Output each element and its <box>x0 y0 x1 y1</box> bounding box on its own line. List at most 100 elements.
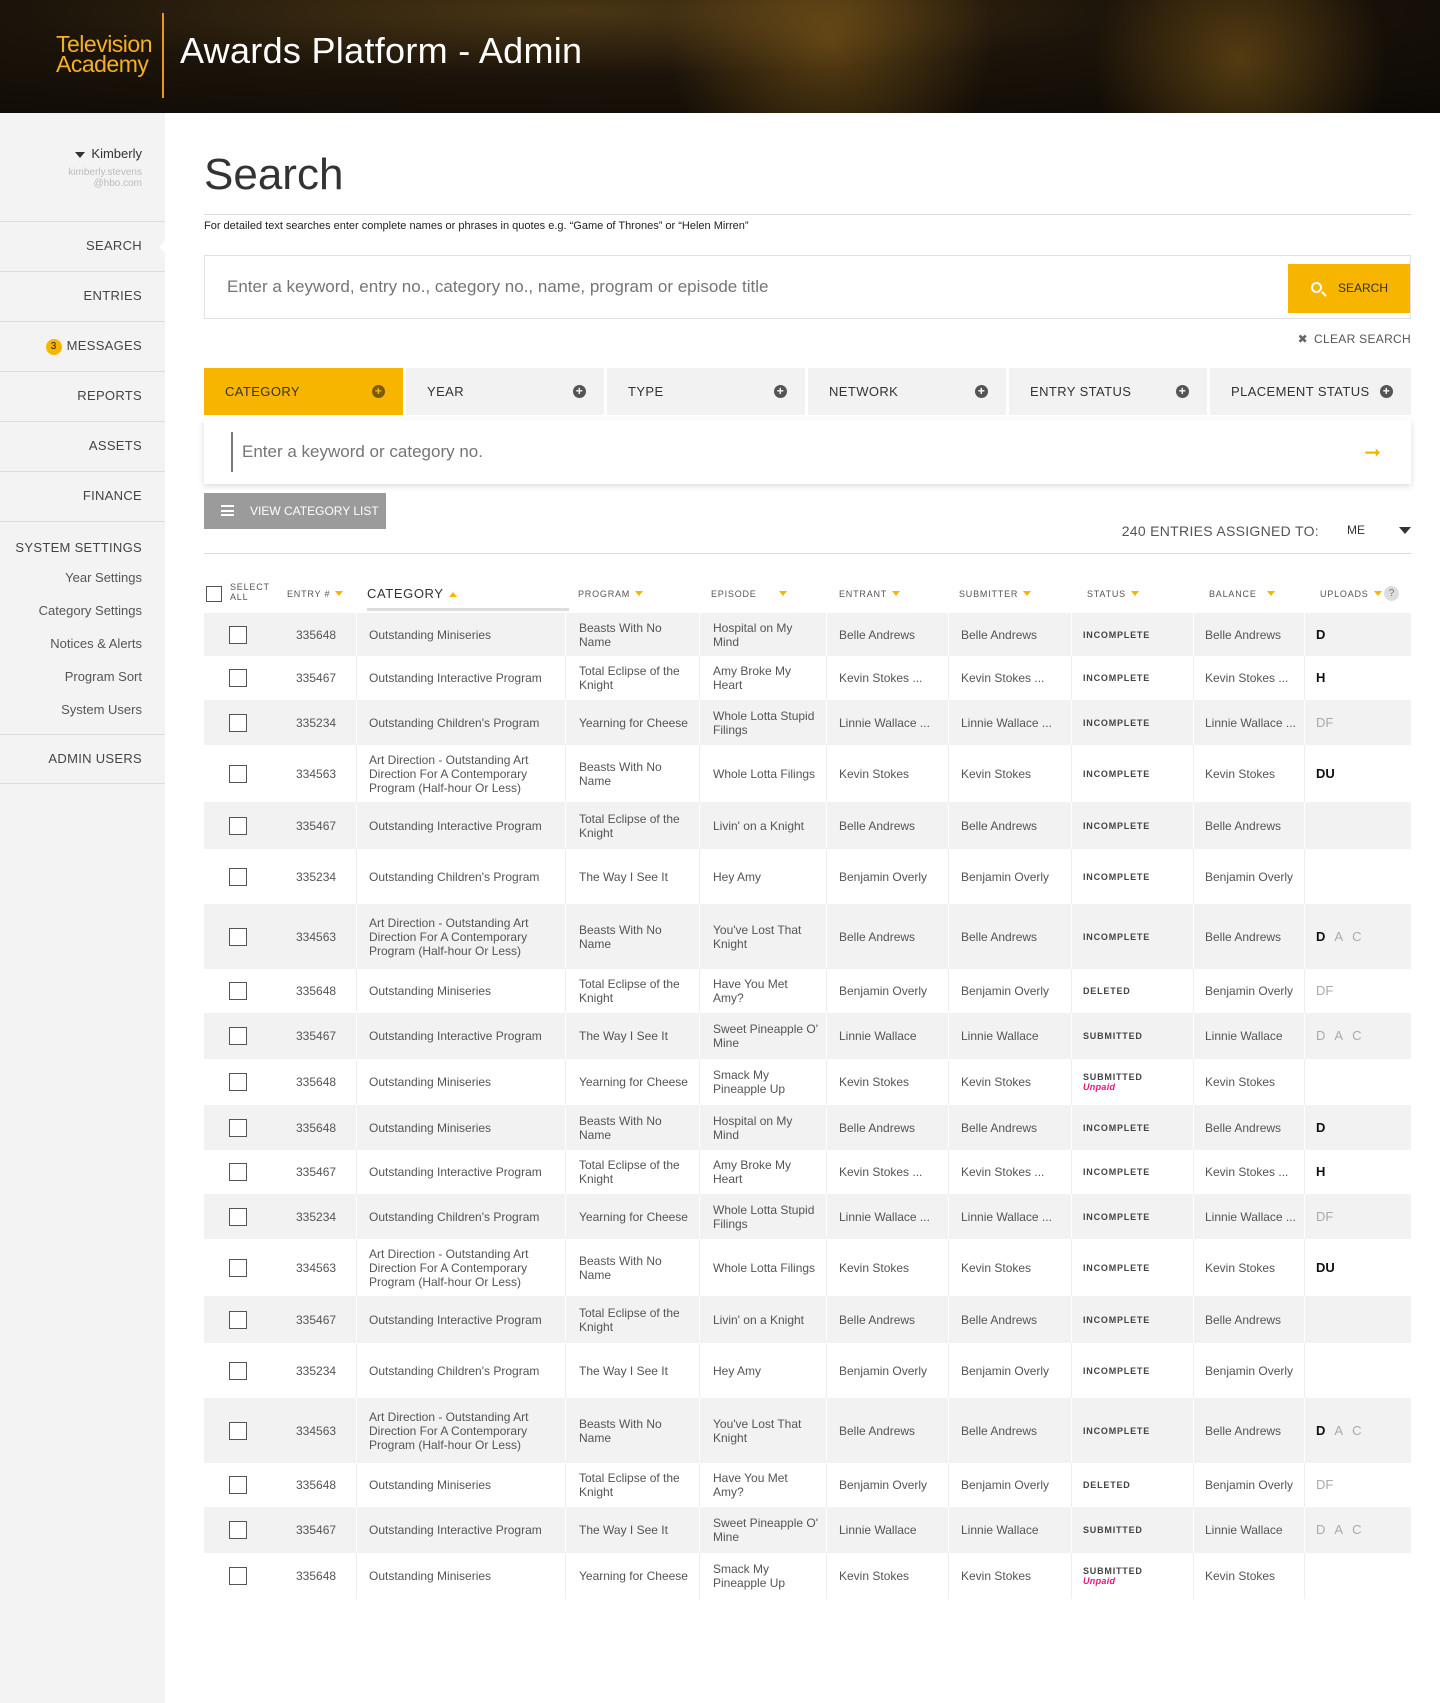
upload-indicator[interactable]: D <box>1316 1028 1325 1043</box>
upload-indicator[interactable]: DF <box>1316 715 1333 730</box>
cell-category[interactable]: Outstanding Children's Program <box>356 1194 565 1239</box>
table-row[interactable]: 334563 Art Direction - Outstanding Art Di… <box>204 1398 1411 1463</box>
upload-indicator[interactable]: DF <box>1316 1477 1333 1492</box>
upload-indicator[interactable]: DU <box>1316 1260 1335 1275</box>
cell-category[interactable]: Outstanding Children's Program <box>356 1343 565 1398</box>
row-checkbox[interactable] <box>229 1073 247 1091</box>
table-row[interactable]: 334563 Art Direction - Outstanding Art Di… <box>204 904 1411 969</box>
row-checkbox[interactable] <box>229 1476 247 1494</box>
table-row[interactable]: 335648 Outstanding Miniseries Total Eclips… <box>204 969 1411 1013</box>
cell-category[interactable]: Outstanding Children's Program <box>356 700 565 745</box>
column-header-status[interactable]: STATUS <box>1087 577 1139 611</box>
upload-indicator[interactable]: D <box>1316 1522 1325 1537</box>
search-button[interactable]: SEARCH <box>1288 264 1410 313</box>
column-header-program[interactable]: PROGRAM <box>578 577 644 611</box>
cell-category[interactable]: Outstanding Miniseries <box>356 1105 565 1150</box>
table-row[interactable]: 335467 Outstanding Interactive Program Tot… <box>204 656 1411 700</box>
sidebar-item-entries[interactable]: ENTRIES <box>0 271 165 321</box>
clear-search-button[interactable]: ✖ CLEAR SEARCH <box>1298 332 1411 346</box>
cell-category[interactable]: Outstanding Miniseries <box>356 613 565 656</box>
row-checkbox[interactable] <box>229 669 247 687</box>
table-row[interactable]: 335648 Outstanding Miniseries Beasts With … <box>204 613 1411 656</box>
cell-category[interactable]: Outstanding Children's Program <box>356 849 565 904</box>
column-header-entrant[interactable]: ENTRANT <box>839 577 901 611</box>
filter-type[interactable]: TYPE + <box>607 368 805 415</box>
user-menu[interactable]: Kimberly kimberly.stevens @hbo.com <box>68 146 142 189</box>
upload-indicator[interactable]: D <box>1316 1423 1325 1438</box>
sidebar-subitem-category-settings[interactable]: Category Settings <box>0 602 142 619</box>
cell-category[interactable]: Art Direction - Outstanding Art Directio… <box>356 745 565 802</box>
sidebar-subitem-notices-alerts[interactable]: Notices & Alerts <box>0 635 142 652</box>
row-checkbox[interactable] <box>229 867 247 886</box>
table-row[interactable]: 335234 Outstanding Children's Program The … <box>204 1343 1411 1398</box>
cell-category[interactable]: Art Direction - Outstanding Art Directio… <box>356 1239 565 1296</box>
cell-entry[interactable]: 335467 <box>276 656 356 700</box>
filter-entry-status[interactable]: ENTRY STATUS + <box>1009 368 1207 415</box>
upload-indicator[interactable]: C <box>1352 1028 1361 1043</box>
help-icon[interactable]: ? <box>1384 586 1399 601</box>
upload-indicator[interactable]: A <box>1334 1028 1343 1043</box>
row-checkbox[interactable] <box>229 764 247 783</box>
cell-category[interactable]: Outstanding Interactive Program <box>356 1013 565 1059</box>
table-row[interactable]: 335467 Outstanding Interactive Program Tot… <box>204 1296 1411 1343</box>
row-checkbox[interactable] <box>229 927 247 946</box>
table-row[interactable]: 335467 Outstanding Interactive Program Tot… <box>204 802 1411 849</box>
search-input[interactable] <box>205 256 1287 318</box>
table-row[interactable]: 335234 Outstanding Children's Program Year… <box>204 1194 1411 1239</box>
cell-category[interactable]: Art Direction - Outstanding Art Directio… <box>356 904 565 969</box>
filter-category[interactable]: CATEGORY + <box>204 368 403 415</box>
sidebar-item-search[interactable]: SEARCH <box>0 221 166 271</box>
cell-entry[interactable]: 335467 <box>276 1013 356 1059</box>
upload-indicator[interactable]: C <box>1352 929 1361 944</box>
table-row[interactable]: 335234 Outstanding Children's Program Year… <box>204 700 1411 745</box>
sidebar-subitem-year-settings[interactable]: Year Settings <box>0 569 142 586</box>
table-row[interactable]: 335648 Outstanding Miniseries Beasts With … <box>204 1105 1411 1150</box>
table-row[interactable]: 335234 Outstanding Children's Program The … <box>204 849 1411 904</box>
table-row[interactable]: 335467 Outstanding Interactive Program The… <box>204 1507 1411 1553</box>
row-checkbox[interactable] <box>229 1207 247 1226</box>
filter-year[interactable]: YEAR + <box>406 368 604 415</box>
column-header-uploads[interactable]: UPLOADS <box>1320 577 1382 611</box>
upload-indicator[interactable]: C <box>1352 1522 1361 1537</box>
arrow-right-icon[interactable]: ➞ <box>1364 440 1381 465</box>
row-checkbox[interactable] <box>229 713 247 732</box>
cell-category[interactable]: Outstanding Miniseries <box>356 969 565 1013</box>
cell-category[interactable]: Outstanding Miniseries <box>356 1553 565 1599</box>
cell-entry[interactable]: 335648 <box>276 1553 356 1599</box>
upload-indicator[interactable]: A <box>1334 1522 1343 1537</box>
view-category-list-button[interactable]: VIEW CATEGORY LIST <box>204 493 386 529</box>
sidebar-item-finance[interactable]: FINANCE <box>0 471 165 521</box>
upload-indicator[interactable]: DU <box>1316 766 1335 781</box>
cell-entry[interactable]: 335648 <box>276 1059 356 1105</box>
cell-entry[interactable]: 335234 <box>276 849 356 904</box>
row-checkbox[interactable] <box>229 816 247 835</box>
select-all-checkbox[interactable] <box>206 586 222 602</box>
cell-entry[interactable]: 335467 <box>276 802 356 849</box>
cell-category[interactable]: Outstanding Interactive Program <box>356 1507 565 1553</box>
table-row[interactable]: 335467 Outstanding Interactive Program The… <box>204 1013 1411 1059</box>
table-row[interactable]: 335467 Outstanding Interactive Program Tot… <box>204 1150 1411 1194</box>
cell-entry[interactable]: 335234 <box>276 1343 356 1398</box>
row-checkbox[interactable] <box>229 1361 247 1380</box>
cell-category[interactable]: Outstanding Interactive Program <box>356 1150 565 1194</box>
cell-entry[interactable]: 335648 <box>276 613 356 656</box>
sidebar-subitem-system-users[interactable]: System Users <box>0 701 142 718</box>
cell-entry[interactable]: 335648 <box>276 1105 356 1150</box>
sidebar-item-reports[interactable]: REPORTS <box>0 371 165 421</box>
cell-entry[interactable]: 335648 <box>276 969 356 1013</box>
upload-indicator[interactable]: D <box>1316 627 1325 642</box>
table-row[interactable]: 335648 Outstanding Miniseries Yearning for… <box>204 1059 1411 1105</box>
sidebar-item-assets[interactable]: ASSETS <box>0 421 165 471</box>
column-header-episode[interactable]: EPISODE <box>711 577 787 611</box>
upload-indicator[interactable]: A <box>1334 929 1343 944</box>
cell-category[interactable]: Outstanding Interactive Program <box>356 802 565 849</box>
upload-indicator[interactable]: DF <box>1316 983 1333 998</box>
brand-logo[interactable]: Television Academy <box>56 33 153 76</box>
sidebar-item-admin-users[interactable]: ADMIN USERS <box>0 734 165 784</box>
filter-placement-status[interactable]: PLACEMENT STATUS + <box>1210 368 1411 415</box>
upload-indicator[interactable]: D <box>1316 929 1325 944</box>
row-checkbox[interactable] <box>229 1421 247 1440</box>
cell-entry[interactable]: 334563 <box>276 904 356 969</box>
upload-indicator[interactable]: D <box>1316 1120 1325 1135</box>
cell-entry[interactable]: 335234 <box>276 700 356 745</box>
